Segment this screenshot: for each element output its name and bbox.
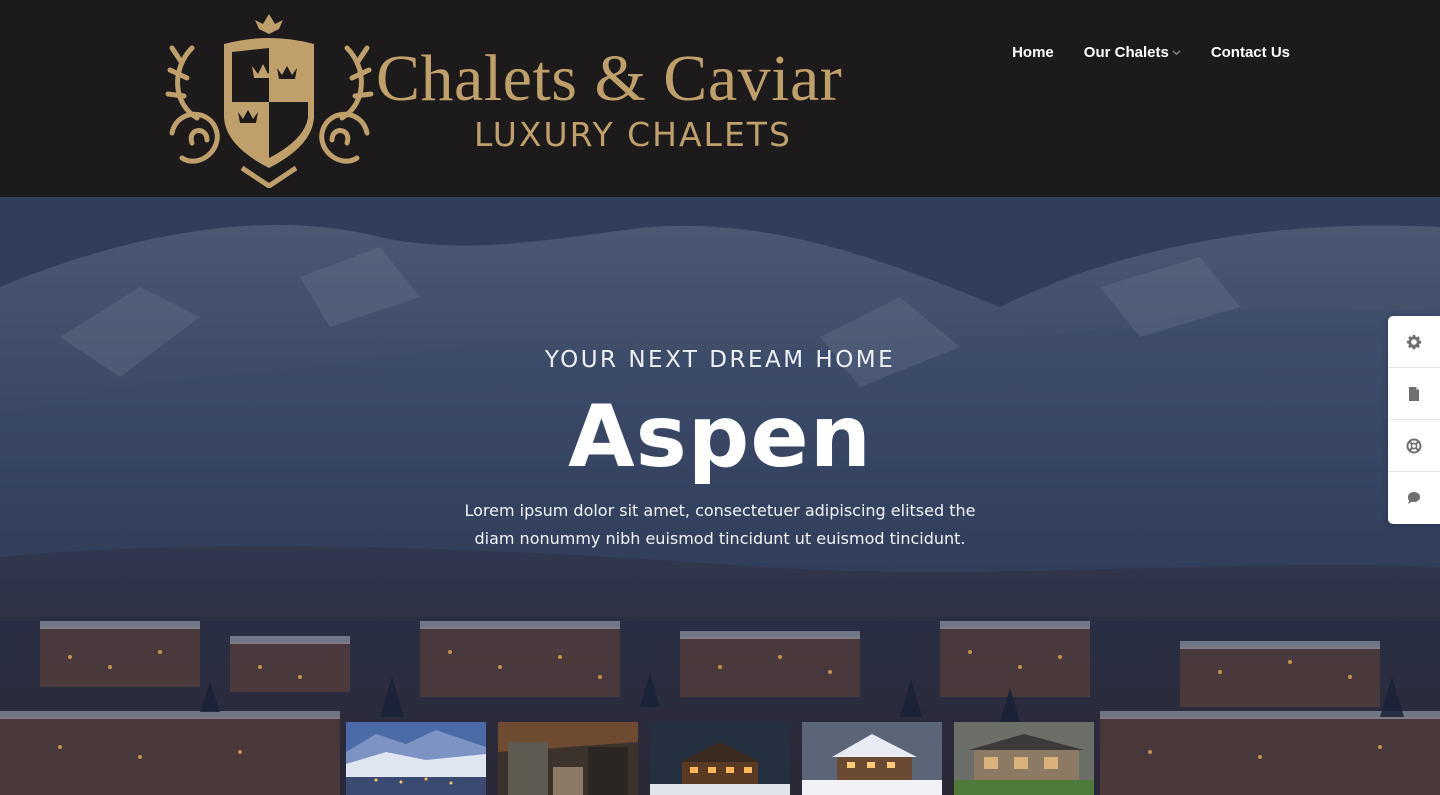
- hero-title: Aspen: [568, 387, 872, 487]
- brand-title: Chalets & Caviar: [376, 42, 843, 115]
- hero-banner: YOUR NEXT DREAM HOME Aspen Lorem ipsum d…: [0, 197, 1440, 795]
- chalet-night-thumbnail: [650, 722, 790, 795]
- hero-description: Lorem ipsum dolor sit amet, consectetuer…: [464, 501, 976, 548]
- brand-subtitle: LUXURY CHALETS: [474, 115, 792, 154]
- thumbnail-4[interactable]: [802, 722, 942, 795]
- side-toolbar: [1388, 316, 1440, 524]
- nav-our-chalets-label: Our Chalets: [1083, 44, 1169, 61]
- modern-house-thumbnail: [954, 722, 1094, 795]
- document-icon: [1409, 386, 1419, 401]
- thumbnail-1[interactable]: [346, 722, 486, 795]
- thumbnail-strip: [346, 722, 1094, 795]
- settings-tool[interactable]: [1388, 316, 1440, 368]
- thumbnail-5[interactable]: [954, 722, 1094, 795]
- hero-overlay: [0, 197, 1440, 795]
- site-header: Chalets & Caviar LUXURY CHALETS Home Our…: [0, 0, 1440, 197]
- interior-thumbnail: [498, 722, 638, 795]
- thumbnail-3[interactable]: [650, 722, 790, 795]
- chat-icon: [1408, 492, 1420, 504]
- docs-tool[interactable]: [1388, 368, 1440, 420]
- thumbnail-2[interactable]: [498, 722, 638, 795]
- nav-home[interactable]: Home: [1012, 44, 1054, 61]
- chalet-snow-thumbnail: [802, 722, 942, 795]
- support-tool[interactable]: [1388, 420, 1440, 472]
- nav-our-chalets[interactable]: Our Chalets: [1084, 44, 1181, 61]
- nav-contact-us-label: Contact Us: [1210, 44, 1290, 61]
- hero-kicker: YOUR NEXT DREAM HOME: [544, 347, 896, 373]
- brand-logo[interactable]: Chalets & Caviar LUXURY CHALETS: [162, 8, 902, 188]
- crest-icon: [165, 14, 374, 188]
- gear-icon: [1407, 334, 1422, 349]
- main-nav: Home Our Chalets Contact Us: [1012, 44, 1290, 61]
- nav-home-label: Home: [1012, 44, 1054, 61]
- town-thumbnail: [346, 722, 486, 795]
- chat-tool[interactable]: [1388, 472, 1440, 524]
- lifebuoy-icon: [1406, 438, 1422, 453]
- nav-contact-us[interactable]: Contact Us: [1211, 44, 1290, 61]
- chevron-down-icon: [1172, 50, 1181, 56]
